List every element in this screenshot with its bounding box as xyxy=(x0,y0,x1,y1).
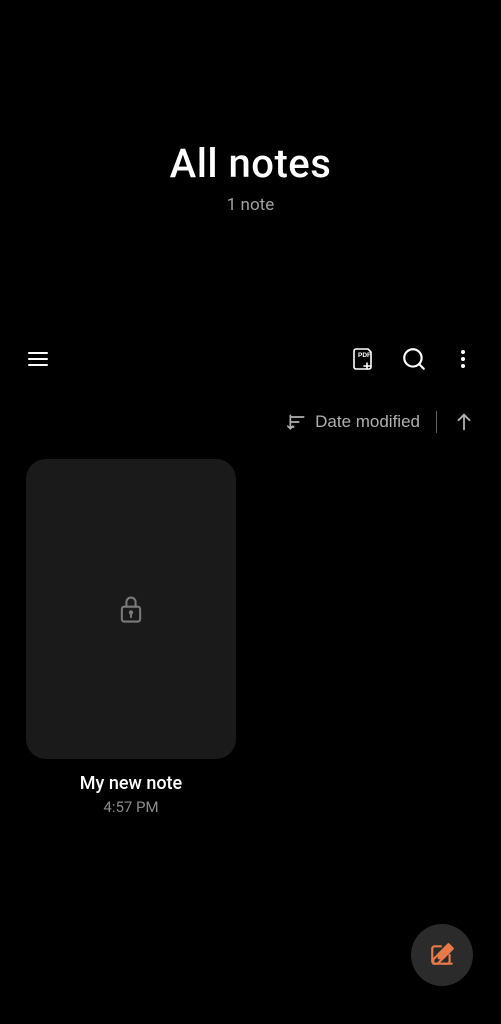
sort-icon xyxy=(287,412,307,432)
note-item: My new note 4:57 PM xyxy=(26,459,236,816)
arrow-up-icon xyxy=(453,411,475,433)
sort-direction-button[interactable] xyxy=(453,411,475,433)
page-title: All notes xyxy=(0,140,501,187)
note-title: My new note xyxy=(80,773,182,794)
page-subtitle: 1 note xyxy=(0,195,501,215)
more-options-button[interactable] xyxy=(451,347,475,371)
note-time: 4:57 PM xyxy=(103,798,158,816)
compose-icon xyxy=(429,942,455,968)
lock-icon xyxy=(117,593,145,625)
search-button[interactable] xyxy=(401,346,427,372)
hamburger-icon xyxy=(26,347,50,371)
more-vertical-icon xyxy=(451,347,475,371)
sort-divider xyxy=(436,411,437,433)
new-note-fab[interactable] xyxy=(411,924,473,986)
sort-label: Date modified xyxy=(315,412,420,432)
notes-grid: My new note 4:57 PM xyxy=(0,433,501,842)
header-area: All notes 1 note xyxy=(0,0,501,215)
pdf-icon: PDF xyxy=(351,346,377,372)
pdf-export-button[interactable]: PDF xyxy=(351,346,377,372)
toolbar-right: PDF xyxy=(351,346,475,372)
svg-text:PDF: PDF xyxy=(358,352,371,359)
toolbar: PDF xyxy=(0,335,501,383)
sort-button[interactable]: Date modified xyxy=(287,412,420,432)
toolbar-left xyxy=(26,347,50,371)
search-icon xyxy=(401,346,427,372)
sort-bar: Date modified xyxy=(0,411,501,433)
note-card[interactable] xyxy=(26,459,236,759)
menu-button[interactable] xyxy=(26,347,50,371)
